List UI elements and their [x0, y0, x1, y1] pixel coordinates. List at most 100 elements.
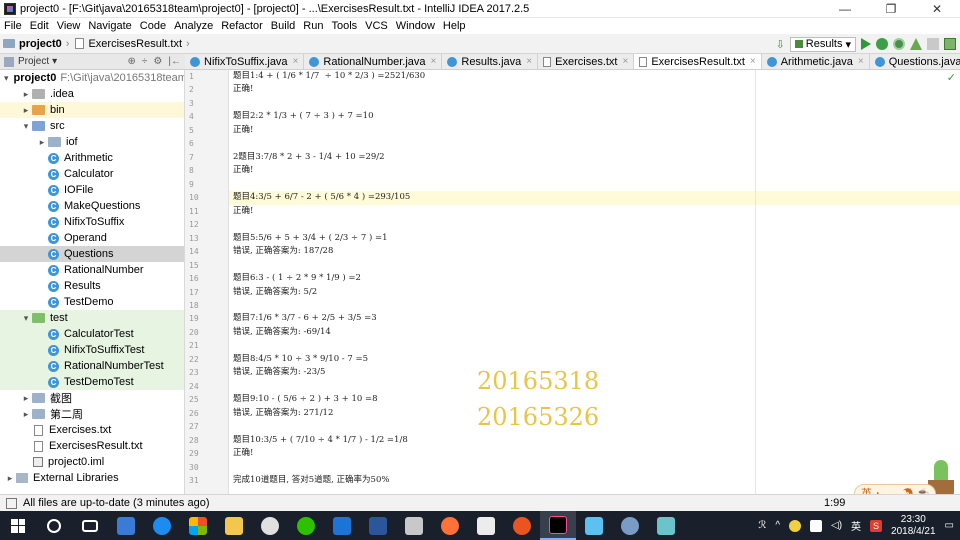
project-structure-icon[interactable]	[944, 38, 956, 50]
code-line[interactable]	[229, 218, 960, 231]
editor-tab[interactable]: Results.java ×	[442, 54, 539, 69]
code-line[interactable]: 题目7:1/6 * 3/7 - 6 + 2/5 + 3/5 =3	[229, 312, 960, 325]
code-line[interactable]: 2题目3:7/8 * 2 + 3 - 1/4 + 10 =29/2	[229, 151, 960, 164]
tree-item[interactable]: C MakeQuestions	[0, 198, 184, 214]
close-icon[interactable]: ×	[526, 56, 532, 67]
run-configuration-select[interactable]: Results ▾	[789, 36, 856, 52]
menu-code[interactable]: Code	[136, 20, 170, 32]
chevron-right-icon[interactable]: ▸	[36, 137, 48, 148]
code-line[interactable]	[229, 97, 960, 110]
toggle-tool-windows-icon[interactable]	[6, 497, 17, 509]
chevron-up-icon[interactable]: ^	[775, 520, 780, 531]
chevron-right-icon[interactable]: ▸	[20, 393, 32, 404]
scroll-from-source-icon[interactable]: ⊕	[128, 56, 136, 67]
code-line[interactable]: 正确!	[229, 205, 960, 218]
taskbar-app-notes[interactable]	[648, 511, 684, 540]
code-line[interactable]: 题目4:3/5 + 6/7 - 2 + ( 5/6 * 4 ) =293/105	[229, 191, 960, 205]
chevron-right-icon[interactable]: ▸	[20, 89, 32, 100]
taskbar-app-firefox[interactable]	[432, 511, 468, 540]
close-icon[interactable]: ×	[293, 56, 299, 67]
tray-app-icon[interactable]	[789, 519, 802, 532]
menu-help[interactable]: Help	[439, 20, 470, 32]
gear-icon[interactable]: ⚙	[153, 56, 162, 67]
close-button[interactable]: ✕	[914, 2, 960, 16]
people-tray-icon[interactable]: ℛ	[758, 520, 766, 531]
debug-icon[interactable]	[876, 38, 888, 50]
taskbar-app-edge[interactable]	[144, 511, 180, 540]
tree-item[interactable]: C RationalNumberTest	[0, 358, 184, 374]
tree-item[interactable]: ▸ bin	[0, 102, 184, 118]
minimize-button[interactable]: —	[822, 2, 868, 16]
tree-item[interactable]: C Operand	[0, 230, 184, 246]
taskbar-app-feather[interactable]	[396, 511, 432, 540]
code-line[interactable]: 错误, 正确答案为: -69/14	[229, 326, 960, 339]
chevron-right-icon[interactable]: ▸	[4, 473, 16, 484]
menu-navigate[interactable]: Navigate	[84, 20, 135, 32]
editor-tab[interactable]: ExercisesResult.txt ×	[634, 54, 762, 69]
chevron-down-icon[interactable]: ▾	[20, 313, 32, 324]
close-icon[interactable]: ×	[623, 56, 629, 67]
window-title-bar[interactable]: project0 - [F:\Git\java\20165318team\pro…	[0, 0, 960, 18]
notifications-icon[interactable]: ▭	[945, 520, 954, 531]
chevron-right-icon[interactable]: ▸	[20, 409, 32, 420]
tree-item[interactable]: C TestDemo	[0, 294, 184, 310]
code-line[interactable]: 题目1:4 + ( 1/6 * 1/7 ÷ 10 * 2/3 ) =2521/6…	[229, 70, 960, 83]
breadcrumb-project[interactable]: project0 ›	[0, 38, 72, 50]
taskbar-app-vs[interactable]	[108, 511, 144, 540]
language-indicator[interactable]: 英	[851, 518, 861, 533]
code-line[interactable]: 题目8:4/5 * 10 ÷ 3 * 9/10 - 7 =5	[229, 353, 960, 366]
editor-tab[interactable]: Questions.java×	[870, 54, 960, 69]
code-line[interactable]: 错误, 正确答案为: 187/28	[229, 245, 960, 258]
sogou-ime-icon[interactable]: S	[870, 519, 883, 532]
start-button[interactable]	[0, 511, 36, 540]
tree-item[interactable]: C RationalNumber	[0, 262, 184, 278]
tree-item[interactable]: C TestDemoTest	[0, 374, 184, 390]
code-line[interactable]: 错误, 正确答案为: 5/2	[229, 286, 960, 299]
taskbar-app-drop[interactable]	[324, 511, 360, 540]
breadcrumb-file[interactable]: ExercisesResult.txt ›	[72, 38, 192, 50]
editor-tab[interactable]: RationalNumber.java ×	[304, 54, 443, 69]
tree-item[interactable]: Exercises.txt	[0, 422, 184, 438]
taskbar-app-star[interactable]	[576, 511, 612, 540]
run-icon[interactable]	[861, 38, 871, 50]
tree-item[interactable]: ExercisesResult.txt	[0, 438, 184, 454]
profile-icon[interactable]	[910, 38, 922, 50]
maximize-button[interactable]: ❐	[868, 2, 914, 16]
close-icon[interactable]: ×	[750, 56, 756, 67]
taskbar-app-explorer[interactable]	[216, 511, 252, 540]
chevron-right-icon[interactable]: ▸	[20, 105, 32, 116]
taskbar-app-intellij[interactable]	[540, 511, 576, 540]
code-line[interactable]	[229, 178, 960, 191]
editor-tab[interactable]: NifixToSuffix.java ×	[185, 54, 305, 69]
tree-item[interactable]: ▸ .idea	[0, 86, 184, 102]
code-line[interactable]	[229, 299, 960, 312]
code-line[interactable]: 正确!	[229, 164, 960, 177]
build-icon[interactable]: ⇩	[776, 38, 785, 51]
editor-tab[interactable]: Arithmetic.java ×	[762, 54, 870, 69]
task-view-button[interactable]	[72, 511, 108, 540]
tree-item[interactable]: ▾ project0 F:\Git\java\20165318team	[0, 70, 184, 86]
hide-panel-icon[interactable]: |←	[168, 56, 181, 67]
tree-item[interactable]: ▾ test	[0, 310, 184, 326]
tree-item[interactable]: ▸ 截图	[0, 390, 184, 406]
editor-tab[interactable]: Exercises.txt ×	[538, 54, 635, 69]
tree-item[interactable]: ▾ src	[0, 118, 184, 134]
tree-item[interactable]: C IOFile	[0, 182, 184, 198]
system-clock[interactable]: 23:30 2018/4/21	[891, 514, 936, 538]
code-line[interactable]	[229, 259, 960, 272]
close-icon[interactable]: ×	[431, 56, 437, 67]
code-line[interactable]	[229, 339, 960, 352]
code-line[interactable]: 正确!	[229, 124, 960, 137]
project-panel-header[interactable]: Project ▾ ⊕ ÷ ⚙ |←	[0, 54, 185, 70]
code-line[interactable]: 正确!	[229, 83, 960, 96]
tree-item[interactable]: ▸ iof	[0, 134, 184, 150]
taskbar-app-word[interactable]	[360, 511, 396, 540]
tree-item[interactable]: ▸ 第二周	[0, 406, 184, 422]
code-line[interactable]: 题目6:3 - ( 1 ÷ 2 * 9 * 1/9 ) =2	[229, 272, 960, 285]
menu-build[interactable]: Build	[267, 20, 299, 32]
chevron-down-icon[interactable]: ▾	[4, 73, 9, 84]
tree-item[interactable]: C Arithmetic	[0, 150, 184, 166]
code-line[interactable]: 题目10:3/5 + ( 7/10 ÷ 4 * 1/7 ) - 1/2 =1/8	[229, 434, 960, 447]
taskbar-app-mail[interactable]	[468, 511, 504, 540]
search-button[interactable]	[36, 511, 72, 540]
